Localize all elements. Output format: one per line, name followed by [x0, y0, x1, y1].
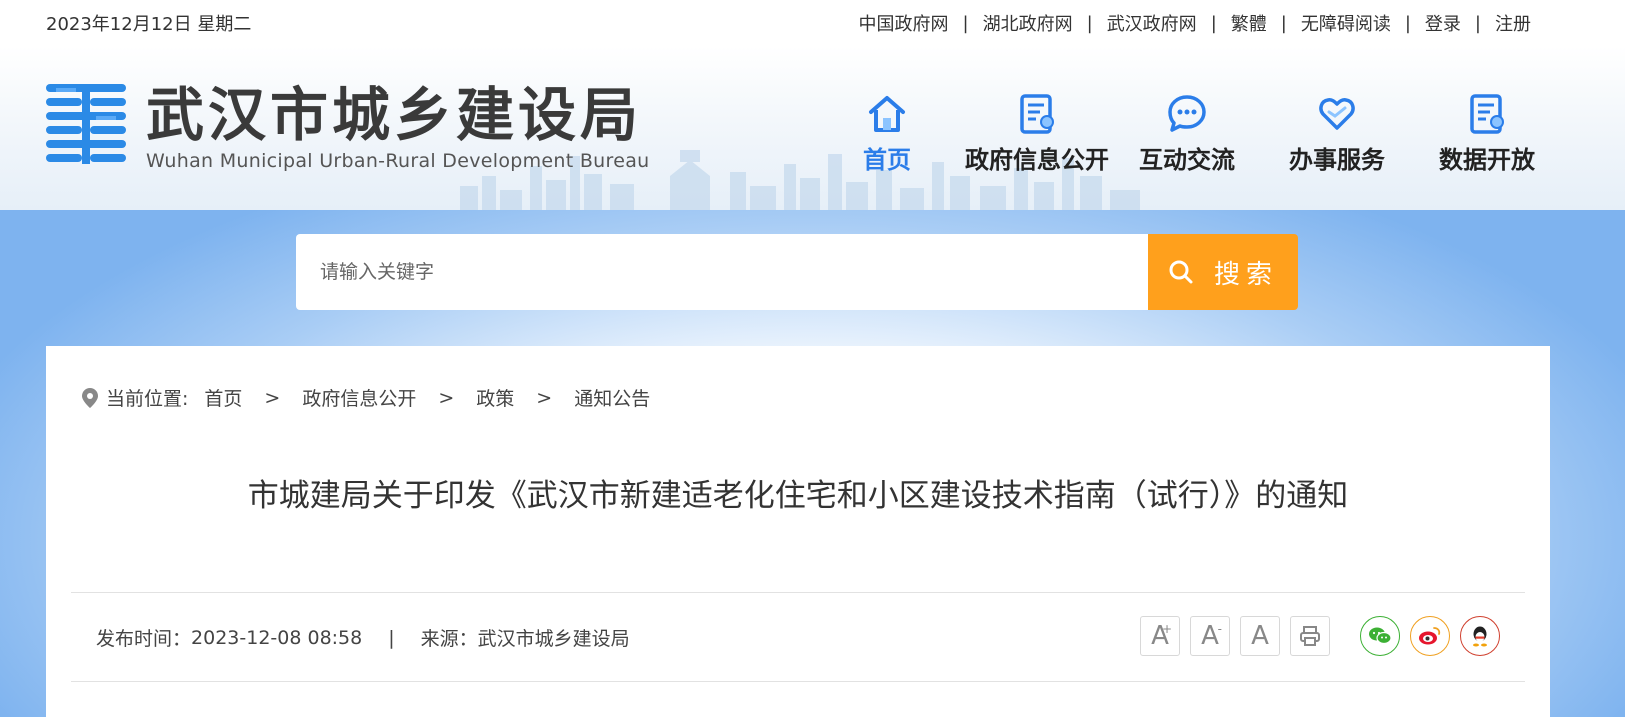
breadcrumb-separator: >: [536, 386, 553, 409]
site-logo[interactable]: 武汉市城乡建设局 Wuhan Municipal Urban-Rural Dev…: [46, 82, 650, 172]
location-pin-icon: [82, 387, 98, 408]
meta-separator: |: [388, 626, 395, 649]
nav-item-interaction[interactable]: 互动交流: [1112, 92, 1262, 175]
font-reset-label: A: [1251, 621, 1269, 651]
search-button-label: 搜索: [1213, 259, 1278, 290]
search-button[interactable]: 搜索: [1148, 234, 1298, 310]
nav-item-open-data[interactable]: 数据开放: [1412, 92, 1562, 175]
breadcrumb-separator: >: [264, 386, 281, 409]
document-icon: [1020, 94, 1054, 134]
data-document-icon: [1470, 94, 1504, 134]
article-tools: A + A- A: [1140, 616, 1510, 656]
link-accessibility[interactable]: 无障碍阅读: [1301, 10, 1391, 36]
publish-time: 2023-12-08 08:58: [191, 626, 363, 649]
link-wuhan-gov[interactable]: 武汉政府网: [1107, 10, 1197, 36]
nav-item-services[interactable]: 办事服务: [1262, 92, 1412, 175]
breadcrumb: 当前位置: 首页 > 政府信息公开 > 政策 > 通知公告: [82, 384, 650, 411]
link-separator: |: [1210, 12, 1217, 34]
site-header: 武汉市城乡建设局 Wuhan Municipal Urban-Rural Dev…: [0, 46, 1625, 210]
font-decrease-sup: -: [1217, 622, 1222, 636]
nav-item-gov-info[interactable]: 政府信息公开: [962, 92, 1112, 175]
nav-label: 政府信息公开: [965, 146, 1109, 174]
font-decrease-label: A: [1201, 621, 1219, 651]
wechat-icon: [1369, 627, 1392, 645]
top-bar: 2023年12月12日 星期二 中国政府网 | 湖北政府网 | 武汉政府网 | …: [0, 0, 1625, 46]
source-label: 来源：: [420, 628, 478, 650]
link-separator: |: [1086, 12, 1093, 34]
divider: [71, 592, 1525, 593]
search-input[interactable]: [296, 234, 1148, 310]
font-increase-sup: +: [1161, 622, 1172, 636]
breadcrumb-policy[interactable]: 政策: [476, 384, 514, 411]
weibo-icon: [1419, 627, 1441, 645]
search-icon: [1169, 260, 1193, 284]
qq-icon: [1473, 626, 1487, 647]
link-separator: |: [1404, 12, 1411, 34]
top-links: 中国政府网 | 湖北政府网 | 武汉政府网 | 繁體 | 无障碍阅读 | 登录 …: [859, 10, 1531, 36]
main-nav: 首页 政府信息公开 互动交流 办事服务 数据开放: [812, 92, 1562, 175]
site-name-english: Wuhan Municipal Urban-Rural Development …: [146, 150, 650, 172]
heart-hand-icon: [1319, 98, 1355, 130]
share-weibo-button[interactable]: [1410, 616, 1450, 656]
chat-icon: [1168, 95, 1206, 132]
link-login[interactable]: 登录: [1425, 10, 1461, 36]
link-separator: |: [962, 12, 969, 34]
breadcrumb-home[interactable]: 首页: [204, 384, 242, 411]
article-meta: 发布时间： 2023-12-08 08:58 | 来源： 武汉市城乡建设局: [96, 624, 630, 651]
site-name-chinese: 武汉市城乡建设局: [146, 81, 643, 149]
share-buttons: [1360, 616, 1510, 656]
font-increase-button[interactable]: A +: [1140, 616, 1180, 656]
share-wechat-button[interactable]: [1360, 616, 1400, 656]
nav-label: 首页: [863, 146, 911, 174]
link-hubei-gov[interactable]: 湖北政府网: [983, 10, 1073, 36]
publish-time-label: 发布时间：: [96, 628, 192, 650]
breadcrumb-label: 当前位置:: [106, 388, 189, 410]
nav-item-home[interactable]: 首页: [812, 92, 962, 175]
breadcrumb-notices[interactable]: 通知公告: [574, 384, 650, 411]
print-button[interactable]: [1290, 616, 1330, 656]
link-separator: |: [1280, 12, 1287, 34]
source: 武汉市城乡建设局: [477, 628, 630, 650]
nav-label: 互动交流: [1139, 146, 1235, 174]
breadcrumb-gov-info[interactable]: 政府信息公开: [302, 384, 416, 411]
share-qq-button[interactable]: [1460, 616, 1500, 656]
font-decrease-button[interactable]: A-: [1190, 616, 1230, 656]
home-icon: [869, 96, 905, 132]
nav-label: 办事服务: [1289, 146, 1385, 174]
current-date: 2023年12月12日 星期二: [46, 14, 252, 35]
link-china-gov[interactable]: 中国政府网: [859, 10, 949, 36]
link-register[interactable]: 注册: [1495, 10, 1531, 36]
article-card: 当前位置: 首页 > 政府信息公开 > 政策 > 通知公告 市城建局关于印发《武…: [46, 346, 1550, 717]
article-title: 市城建局关于印发《武汉市新建适老化住宅和小区建设技术指南（试行）》的通知: [247, 478, 1349, 514]
link-separator: |: [1474, 12, 1481, 34]
nav-label: 数据开放: [1439, 146, 1535, 174]
bureau-logo-icon: [46, 84, 126, 164]
font-reset-button[interactable]: A: [1240, 616, 1280, 656]
link-traditional-chinese[interactable]: 繁體: [1231, 10, 1267, 36]
printer-icon: [1300, 626, 1320, 646]
divider: [71, 681, 1525, 682]
breadcrumb-separator: >: [438, 386, 455, 409]
